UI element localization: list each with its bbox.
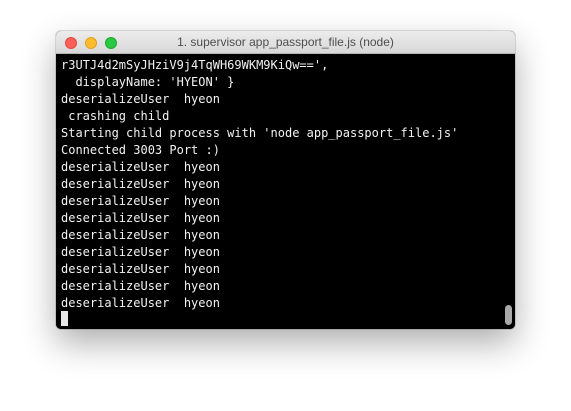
terminal-line: deserializeUser hyeon: [61, 245, 220, 259]
terminal-output[interactable]: r3UTJ4d2mSyJHziV9j4TqWH69WKM9KiQw==', di…: [56, 54, 515, 329]
vertical-scrollbar[interactable]: [505, 305, 512, 325]
terminal-line: deserializeUser hyeon: [61, 92, 220, 106]
terminal-lines: r3UTJ4d2mSyJHziV9j4TqWH69WKM9KiQw==', di…: [61, 57, 497, 312]
terminal-line: deserializeUser hyeon: [61, 296, 220, 310]
terminal-line: deserializeUser hyeon: [61, 194, 220, 208]
window-title: 1. supervisor app_passport_file.js (node…: [177, 35, 394, 49]
terminal-line: deserializeUser hyeon: [61, 160, 220, 174]
terminal-line: deserializeUser hyeon: [61, 177, 220, 191]
terminal-line: crashing child: [61, 109, 170, 123]
terminal-line: r3UTJ4d2mSyJHziV9j4TqWH69WKM9KiQw==',: [61, 58, 329, 72]
terminal-line: deserializeUser hyeon: [61, 262, 220, 276]
terminal-line: Connected 3003 Port :): [61, 143, 220, 157]
terminal-line: deserializeUser hyeon: [61, 211, 220, 225]
terminal-line: displayName: 'HYEON' }: [61, 75, 235, 89]
title-bar[interactable]: 1. supervisor app_passport_file.js (node…: [56, 31, 515, 54]
terminal-line: deserializeUser hyeon: [61, 228, 220, 242]
terminal-cursor: [61, 311, 68, 326]
terminal-line: Starting child process with 'node app_pa…: [61, 126, 459, 140]
terminal-line: deserializeUser hyeon: [61, 279, 220, 293]
terminal-window: 1. supervisor app_passport_file.js (node…: [56, 31, 515, 329]
